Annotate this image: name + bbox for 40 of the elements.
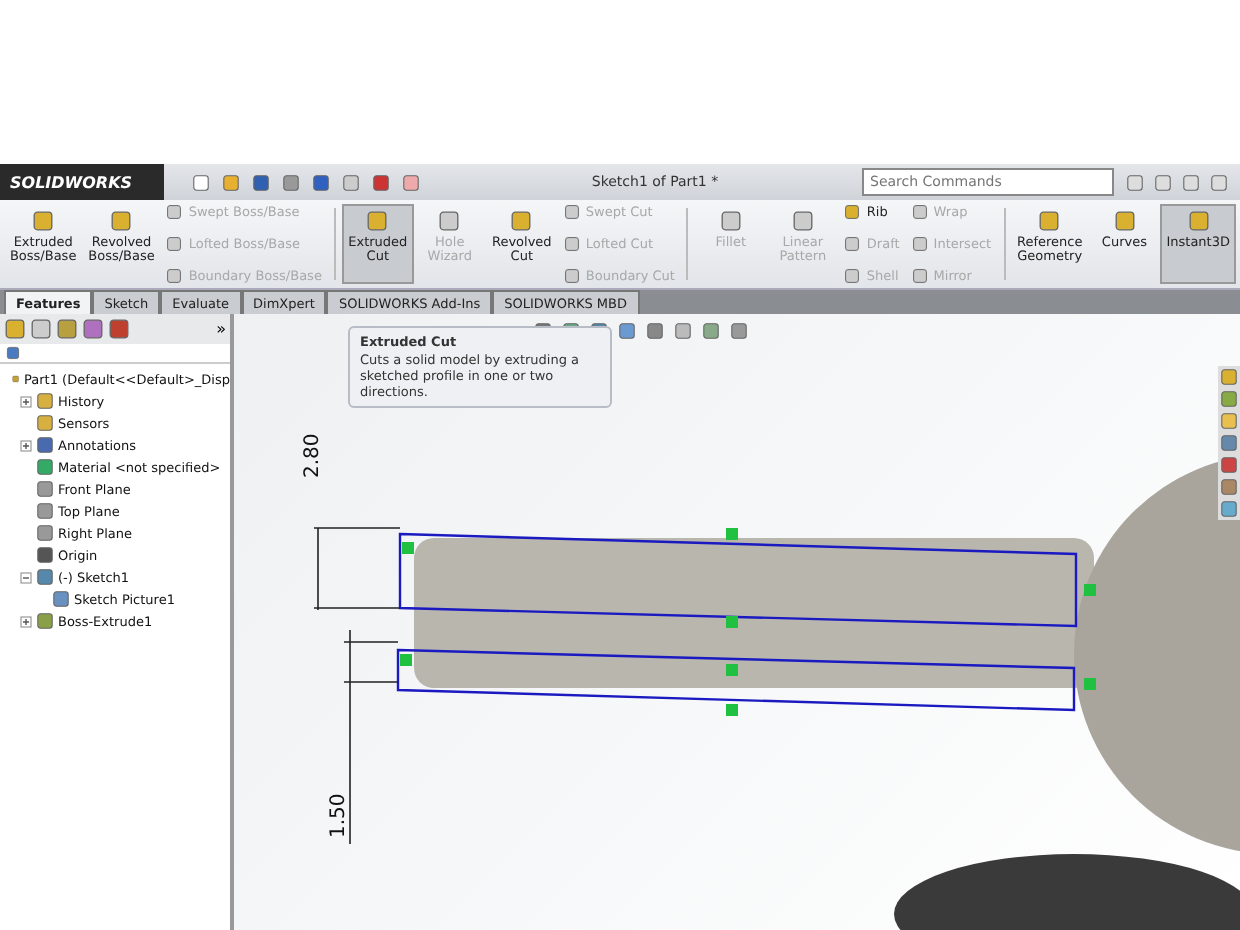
feature-icon bbox=[110, 210, 133, 232]
feature-icon bbox=[36, 612, 54, 630]
feature-icon bbox=[510, 210, 533, 232]
annotation-icon bbox=[36, 436, 54, 454]
constraint-marker bbox=[726, 616, 738, 628]
constraint-marker bbox=[1084, 678, 1096, 690]
expand-toggle[interactable] bbox=[20, 395, 32, 407]
feature-icon bbox=[32, 210, 55, 232]
panel-tab-icon bbox=[30, 318, 52, 340]
more-tabs[interactable]: » bbox=[216, 320, 226, 338]
picture-icon bbox=[52, 590, 70, 608]
constraint-marker bbox=[726, 704, 738, 716]
dimension-value[interactable]: 2.80 bbox=[302, 433, 324, 478]
feature-icon bbox=[791, 210, 814, 232]
constraint-marker bbox=[726, 664, 738, 676]
collapse-toggle[interactable] bbox=[20, 571, 32, 583]
dimension-line bbox=[313, 527, 401, 611]
feature-icon bbox=[1113, 210, 1136, 232]
constraint-marker bbox=[1084, 584, 1096, 596]
panel-tab-icon bbox=[108, 318, 130, 340]
constraint-marker bbox=[402, 542, 414, 554]
feature-icon bbox=[1187, 210, 1210, 232]
expand-toggle[interactable] bbox=[20, 439, 32, 451]
sketch-icon bbox=[36, 568, 54, 586]
constraint-marker bbox=[726, 528, 738, 540]
app-logo: SOLIDWORKS bbox=[0, 164, 164, 200]
panel-tab-icon bbox=[82, 318, 104, 340]
expand-toggle[interactable] bbox=[20, 615, 32, 627]
feature-icon bbox=[1038, 210, 1061, 232]
origin-icon bbox=[36, 546, 54, 564]
feature-icon bbox=[438, 210, 461, 232]
feature-icon bbox=[719, 210, 742, 232]
panel-tab-icon bbox=[4, 318, 26, 340]
part-icon bbox=[12, 370, 21, 388]
material-icon bbox=[36, 458, 54, 476]
feature-icon bbox=[366, 210, 389, 232]
dimension-value[interactable]: 1.50 bbox=[328, 793, 350, 838]
constraint-marker bbox=[400, 654, 412, 666]
panel-tab-icon bbox=[56, 318, 78, 340]
filter-icon bbox=[6, 346, 20, 360]
